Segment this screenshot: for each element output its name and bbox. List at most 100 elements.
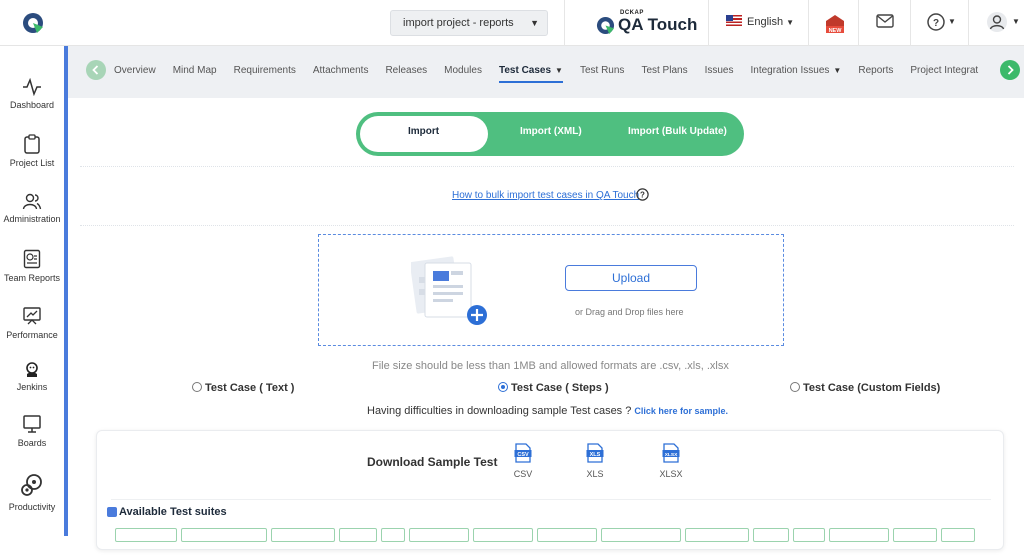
available-test-suites: Available Test suites xyxy=(107,499,991,559)
tab-integration-issues-label: Integration Issues xyxy=(750,65,830,76)
radio-circle[interactable] xyxy=(498,382,508,392)
sidebar-item-label: Jenkins xyxy=(16,382,48,392)
tab-requirements[interactable]: Requirements xyxy=(234,65,296,76)
download-xlsx-button[interactable]: XLSX XLSX xyxy=(651,443,691,479)
project-select[interactable]: import project - reports ▼ xyxy=(390,10,548,36)
tabs-scroll-right-button[interactable] xyxy=(1000,60,1020,80)
svg-text:CSV: CSV xyxy=(517,452,529,458)
sidebar-item-productivity[interactable]: Productivity xyxy=(0,472,64,512)
sidebar: Dashboard Project List Administration Te… xyxy=(0,46,68,536)
sidebar-item-team-reports[interactable]: Team Reports xyxy=(0,249,64,283)
jenkins-icon xyxy=(26,362,38,377)
file-dropzone[interactable]: Upload or Drag and Drop files here xyxy=(318,234,784,346)
language-select[interactable]: English ▼ xyxy=(726,15,794,28)
brand-name: QA Touch xyxy=(618,15,698,34)
upload-button[interactable]: Upload xyxy=(565,265,697,291)
suite-chip[interactable] xyxy=(829,528,889,542)
radio-circle[interactable] xyxy=(790,382,800,392)
divider xyxy=(808,0,809,46)
help-icon[interactable]: ? xyxy=(636,188,649,201)
tab-test-cases[interactable]: Test Cases ▼ xyxy=(498,65,563,83)
tab-releases[interactable]: Releases xyxy=(385,65,427,76)
import-option-bulk-update[interactable]: Import (Bulk Update) xyxy=(628,126,727,137)
suite-chip[interactable] xyxy=(685,528,749,542)
sidebar-item-project-list[interactable]: Project List xyxy=(0,134,64,168)
user-avatar-icon[interactable] xyxy=(986,11,1008,33)
suite-chip[interactable] xyxy=(537,528,597,542)
radio-circle[interactable] xyxy=(192,382,202,392)
suite-chip[interactable] xyxy=(893,528,937,542)
tab-attachments[interactable]: Attachments xyxy=(313,65,369,76)
tab-issues[interactable]: Issues xyxy=(705,65,734,76)
bulk-import-help-link[interactable]: How to bulk import test cases in QA Touc… xyxy=(452,190,639,201)
brand-logo: DCKAP QA Touch xyxy=(596,10,698,38)
suite-chips xyxy=(115,528,979,547)
suite-chip[interactable] xyxy=(115,528,177,542)
suite-chip[interactable] xyxy=(753,528,789,542)
import-panel: Import Import (XML) Import (Bulk Update)… xyxy=(80,98,1014,550)
tab-test-cases-label: Test Cases xyxy=(498,65,552,76)
sidebar-item-label: Productivity xyxy=(8,502,56,512)
import-option-import[interactable]: Import xyxy=(360,116,488,152)
available-test-suites-title: Available Test suites xyxy=(119,506,227,518)
chevron-down-icon: ▼ xyxy=(1012,17,1020,26)
svg-text:XLS: XLS xyxy=(590,452,601,458)
suite-chip[interactable] xyxy=(941,528,975,542)
suite-chip[interactable] xyxy=(339,528,377,542)
suite-chip[interactable] xyxy=(381,528,405,542)
sidebar-item-boards[interactable]: Boards xyxy=(0,414,64,448)
divider xyxy=(708,0,709,46)
import-type-toggle: Import Import (XML) Import (Bulk Update) xyxy=(356,112,744,156)
language-label: English xyxy=(747,16,784,28)
download-sample-card: Download Sample Test CSV CSV XLS XLS XLS… xyxy=(96,430,1004,550)
download-csv-button[interactable]: CSV CSV xyxy=(503,443,543,479)
radio-label: Test Case ( Steps ) xyxy=(511,382,609,394)
radio-test-case-custom-fields[interactable]: Test Case (Custom Fields) xyxy=(790,382,940,394)
import-option-xml[interactable]: Import (XML) xyxy=(520,126,582,137)
import-option-label: Import xyxy=(408,126,440,137)
suite-chip[interactable] xyxy=(601,528,681,542)
tab-modules[interactable]: Modules xyxy=(444,65,482,76)
tab-project-integrations[interactable]: Project Integrat xyxy=(910,65,978,76)
file-size-note: File size should be less than 1MB and al… xyxy=(372,360,729,372)
xlsx-file-icon: XLSX xyxy=(662,443,680,463)
suite-chip[interactable] xyxy=(473,528,533,542)
board-icon xyxy=(23,415,41,433)
sidebar-item-administration[interactable]: Administration xyxy=(0,192,64,224)
difficulty-text: Having difficulties in downloading sampl… xyxy=(367,405,632,417)
whats-new-icon[interactable]: NEW xyxy=(824,12,846,34)
suite-chip[interactable] xyxy=(181,528,267,542)
sidebar-item-label: Administration xyxy=(3,214,61,224)
tab-reports[interactable]: Reports xyxy=(858,65,893,76)
project-select-value: import project - reports xyxy=(403,17,514,29)
help-icon[interactable]: ? xyxy=(926,12,946,32)
radio-test-case-text[interactable]: Test Case ( Text ) xyxy=(192,382,294,394)
svg-text:XLSX: XLSX xyxy=(665,452,678,458)
divider xyxy=(910,0,911,46)
activity-icon xyxy=(23,78,41,96)
radio-test-case-steps[interactable]: Test Case ( Steps ) xyxy=(498,382,609,394)
sample-link[interactable]: Click here for sample. xyxy=(634,406,728,416)
suite-chip[interactable] xyxy=(409,528,469,542)
clipboard-icon xyxy=(24,134,40,154)
divider xyxy=(80,225,1014,226)
mail-icon[interactable] xyxy=(876,14,894,28)
sidebar-item-performance[interactable]: Performance xyxy=(0,306,64,340)
tab-mind-map[interactable]: Mind Map xyxy=(173,65,217,76)
suite-chip[interactable] xyxy=(793,528,825,542)
svg-text:NEW: NEW xyxy=(829,28,843,34)
sidebar-item-jenkins[interactable]: Jenkins xyxy=(0,362,64,392)
download-xls-button[interactable]: XLS XLS xyxy=(575,443,615,479)
tab-test-plans[interactable]: Test Plans xyxy=(641,65,687,76)
sidebar-item-dashboard[interactable]: Dashboard xyxy=(0,78,64,110)
us-flag-icon xyxy=(726,15,742,26)
chevron-right-icon xyxy=(1007,65,1014,75)
qatouch-logo-icon[interactable] xyxy=(22,12,44,34)
tab-integration-issues[interactable]: Integration Issues ▼ xyxy=(750,65,841,76)
tab-overview[interactable]: Overview xyxy=(114,65,156,76)
tabs-scroll-left-button[interactable] xyxy=(86,60,106,80)
divider xyxy=(968,0,969,46)
report-icon xyxy=(23,249,41,269)
suite-chip[interactable] xyxy=(271,528,335,542)
tab-test-runs[interactable]: Test Runs xyxy=(580,65,624,76)
